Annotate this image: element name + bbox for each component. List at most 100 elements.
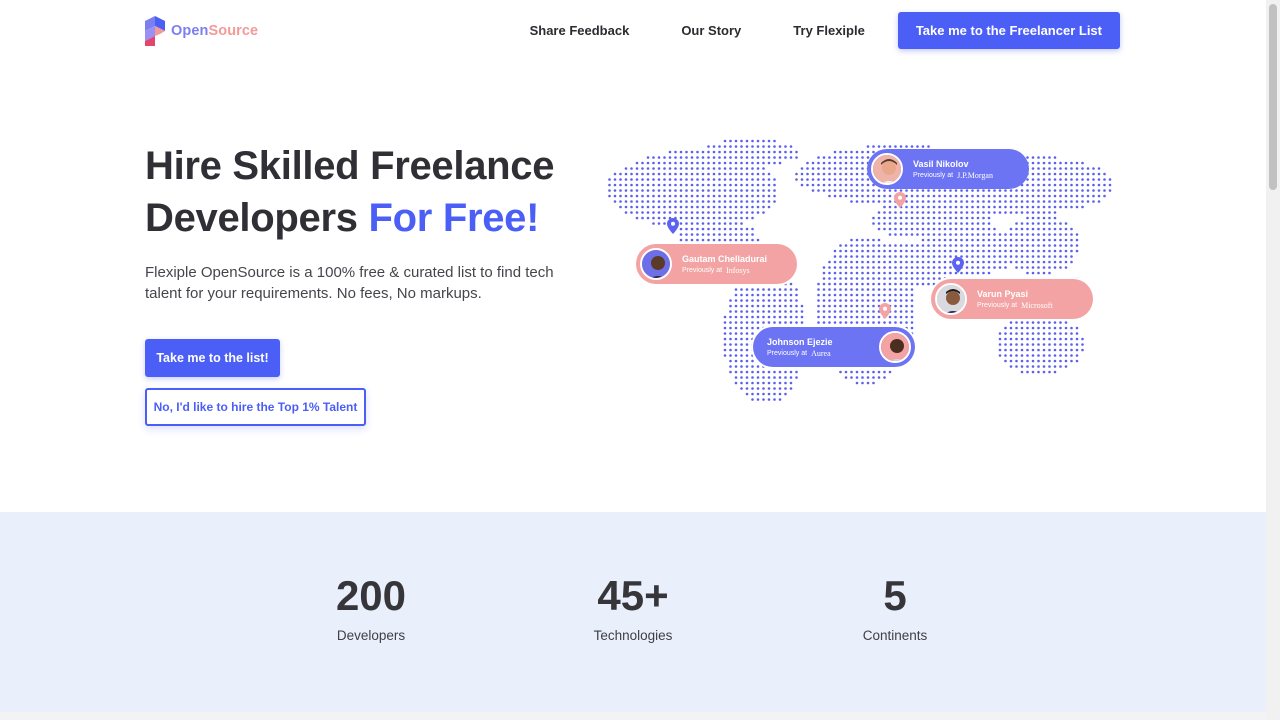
profile-card[interactable]: Gautam Chelladurai Previously at Infosys <box>636 244 797 284</box>
freelancer-list-button[interactable]: Take me to the Freelancer List <box>897 12 1120 49</box>
map-dot <box>932 277 936 280</box>
map-dot <box>1108 189 1112 192</box>
scrollbar-thumb[interactable] <box>1269 4 1277 190</box>
map-dot <box>828 288 831 291</box>
map-dot <box>1037 348 1040 352</box>
map-dot <box>899 299 903 302</box>
map-dot <box>971 200 974 203</box>
map-dot <box>927 145 930 148</box>
map-dot <box>1020 249 1024 253</box>
map-dot <box>707 156 710 159</box>
map-dot <box>998 194 1002 198</box>
profile-card[interactable]: Vasil Nikolov Previously at J.P.Morgan <box>867 149 1029 189</box>
map-dot <box>773 189 776 192</box>
take-me-to-list-button[interactable]: Take me to the list! <box>145 339 280 377</box>
profile-card[interactable]: Varun Pyasi Previously at Microsoft <box>931 279 1093 319</box>
map-dot <box>861 178 864 181</box>
map-dot <box>1097 194 1101 198</box>
map-dot <box>877 271 881 275</box>
map-dot <box>1081 189 1084 192</box>
map-dot <box>756 299 760 302</box>
map-dot <box>1042 216 1046 220</box>
map-dot <box>877 321 881 324</box>
map-dot <box>701 205 705 209</box>
map-dot <box>839 260 842 264</box>
brand-logo[interactable]: OpenSource <box>145 16 258 46</box>
map-dot <box>789 381 793 385</box>
map-dot <box>1059 194 1062 198</box>
map-dot <box>844 183 848 187</box>
map-dot <box>1059 332 1062 335</box>
map-dot <box>1009 249 1013 253</box>
map-dot <box>861 161 864 165</box>
map-dot <box>630 211 633 214</box>
map-dot <box>1042 238 1046 242</box>
page-scrollbar[interactable] <box>1266 0 1280 720</box>
map-dot <box>723 139 727 143</box>
map-dot <box>745 359 749 363</box>
map-dot <box>927 277 930 280</box>
map-dot <box>916 244 919 247</box>
map-dot <box>910 260 914 264</box>
map-dot <box>883 282 886 286</box>
map-dot <box>855 293 859 297</box>
map-dot <box>828 172 831 176</box>
map-dot <box>866 277 870 280</box>
map-dot <box>943 260 947 264</box>
map-dot <box>883 244 886 247</box>
profile-previously: Previously at Aurea <box>767 348 831 358</box>
map-dot <box>674 200 677 203</box>
map-dot <box>850 260 853 264</box>
map-dot <box>619 194 622 198</box>
nav-try-flexiple[interactable]: Try Flexiple <box>793 23 865 38</box>
map-dot <box>729 178 732 181</box>
map-dot <box>784 315 787 319</box>
map-dot <box>938 266 941 269</box>
map-dot <box>1064 359 1068 363</box>
map-dot <box>1048 161 1051 165</box>
map-dot <box>740 150 743 154</box>
map-dot <box>1053 233 1057 236</box>
map-dot <box>910 326 914 330</box>
map-dot <box>927 282 930 286</box>
map-dot <box>938 211 941 214</box>
map-dot <box>888 211 892 214</box>
map-dot <box>987 266 991 269</box>
map-dot <box>1031 178 1035 181</box>
map-dot <box>899 244 903 247</box>
map-dot <box>1037 194 1040 198</box>
map-dot <box>987 271 991 275</box>
map-dot <box>1070 161 1073 165</box>
map-dot <box>685 200 688 203</box>
map-dot <box>751 150 754 154</box>
map-dot <box>762 365 765 368</box>
map-dot <box>888 282 892 286</box>
map-dot <box>624 183 628 187</box>
profile-card[interactable]: Johnson Ejezie Previously at Aurea <box>753 327 915 367</box>
map-dot <box>707 200 710 203</box>
map-dot <box>729 370 732 374</box>
map-dot <box>657 167 661 170</box>
map-dot <box>729 299 732 302</box>
nav-share-feedback[interactable]: Share Feedback <box>530 23 630 38</box>
map-dot <box>828 260 831 264</box>
nav-our-story[interactable]: Our Story <box>681 23 741 38</box>
map-dot <box>965 227 969 231</box>
profile-previously: Previously at Infosys <box>682 265 750 275</box>
map-dot <box>850 178 853 181</box>
map-dot <box>850 277 853 280</box>
map-dot <box>1053 183 1057 187</box>
map-dot <box>872 238 875 242</box>
map-dot <box>1015 211 1018 214</box>
map-dot <box>927 233 930 236</box>
map-dot <box>762 139 765 143</box>
map-dot <box>872 249 875 253</box>
map-dot <box>850 194 853 198</box>
map-dot <box>976 200 980 203</box>
map-dot <box>762 178 765 181</box>
hire-top-talent-button[interactable]: No, I'd like to hire the Top 1% Talent <box>145 388 366 426</box>
map-dot <box>718 183 721 187</box>
map-dot <box>789 310 793 313</box>
map-dot <box>910 255 914 258</box>
map-dot <box>1086 200 1090 203</box>
